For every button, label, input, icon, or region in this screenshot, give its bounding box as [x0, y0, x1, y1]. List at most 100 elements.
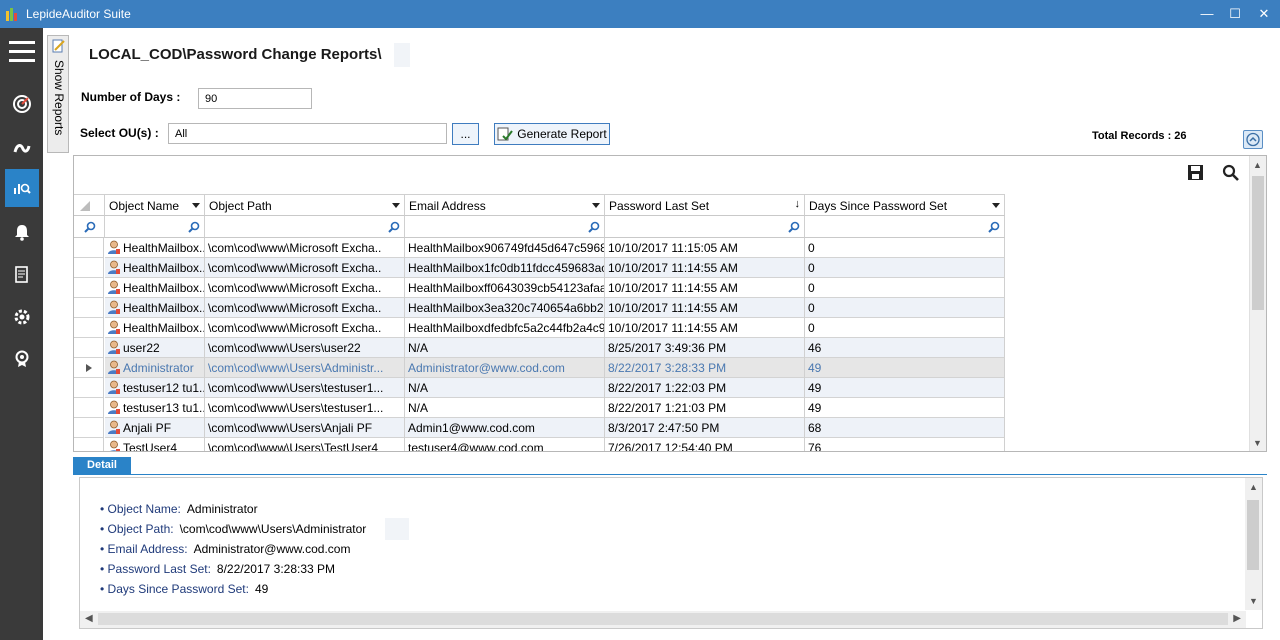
maximize-button[interactable]: ☐ [1221, 4, 1249, 24]
table-cell-email[interactable]: Administrator@www.cod.com [405, 358, 605, 378]
collapse-button[interactable] [1243, 130, 1263, 149]
table-cell-days-since[interactable]: 49 [805, 358, 1005, 378]
select-all-corner[interactable] [74, 194, 105, 216]
table-cell-email[interactable]: HealthMailbox906749fd45d647c5968f... [405, 238, 605, 258]
row-selector[interactable] [74, 258, 104, 278]
gear-icon[interactable] [5, 298, 39, 336]
table-cell-days-since[interactable]: 46 [805, 338, 1005, 358]
detail-tab[interactable]: Detail [73, 457, 131, 474]
col-header-object-name[interactable]: Object Name [105, 194, 205, 216]
table-cell-object-name[interactable]: TestUser4 [105, 438, 205, 451]
row-selector[interactable] [74, 338, 104, 358]
table-cell-password-last-set[interactable]: 10/10/2017 11:14:55 AM [605, 258, 805, 278]
col-header-email-address[interactable]: Email Address [405, 194, 605, 216]
table-cell-days-since[interactable]: 76 [805, 438, 1005, 451]
table-cell-object-name[interactable]: Anjali PF [105, 418, 205, 438]
table-cell-object-path[interactable]: \com\cod\www\Users\testuser1... [205, 398, 405, 418]
table-cell-password-last-set[interactable]: 8/22/2017 1:22:03 PM [605, 378, 805, 398]
table-cell-days-since[interactable]: 49 [805, 378, 1005, 398]
table-cell-password-last-set[interactable]: 10/10/2017 11:14:55 AM [605, 278, 805, 298]
row-selector[interactable] [74, 278, 104, 298]
scroll-down-icon[interactable]: ▼ [1253, 438, 1262, 448]
table-cell-object-name[interactable]: HealthMailbox... [105, 318, 205, 338]
table-cell-password-last-set[interactable]: 8/22/2017 1:21:03 PM [605, 398, 805, 418]
reports-icon[interactable] [5, 169, 39, 207]
badge-icon[interactable] [5, 340, 39, 378]
row-selector[interactable] [74, 358, 104, 378]
table-cell-object-name[interactable]: HealthMailbox... [105, 258, 205, 278]
table-cell-object-path[interactable]: \com\cod\www\Microsoft Excha.. [205, 258, 405, 278]
bell-icon[interactable] [5, 213, 39, 251]
search-icon[interactable] [1222, 164, 1240, 182]
table-cell-email[interactable]: testuser4@www.cod.com [405, 438, 605, 451]
scroll-thumb[interactable] [1247, 500, 1259, 570]
filter-cell[interactable] [74, 216, 105, 238]
table-cell-object-path[interactable]: \com\cod\www\Users\TestUser4 [205, 438, 405, 451]
table-cell-password-last-set[interactable]: 8/25/2017 3:49:36 PM [605, 338, 805, 358]
filter-object-path[interactable] [205, 216, 405, 238]
detail-vertical-scrollbar[interactable]: ▲ ▼ [1245, 478, 1262, 610]
menu-icon[interactable] [5, 32, 39, 70]
table-cell-object-name[interactable]: HealthMailbox... [105, 278, 205, 298]
days-input[interactable]: 90 [198, 88, 312, 109]
table-cell-email[interactable]: N/A [405, 338, 605, 358]
col-header-days-since[interactable]: Days Since Password Set [805, 194, 1005, 216]
detail-horizontal-scrollbar[interactable]: ◀ ▶ [80, 611, 1246, 628]
table-cell-days-since[interactable]: 0 [805, 258, 1005, 278]
table-cell-object-name[interactable]: user22 [105, 338, 205, 358]
table-cell-object-name[interactable]: testuser13 tu1... [105, 398, 205, 418]
table-cell-password-last-set[interactable]: 10/10/2017 11:14:55 AM [605, 298, 805, 318]
row-selector[interactable] [74, 238, 104, 258]
table-cell-days-since[interactable]: 0 [805, 278, 1005, 298]
browse-ou-button[interactable]: ... [452, 123, 479, 145]
scroll-up-icon[interactable]: ▲ [1253, 160, 1262, 170]
table-cell-object-path[interactable]: \com\cod\www\Microsoft Excha.. [205, 298, 405, 318]
table-cell-email[interactable]: N/A [405, 378, 605, 398]
table-cell-object-name[interactable]: HealthMailbox... [105, 298, 205, 318]
col-header-object-path[interactable]: Object Path [205, 194, 405, 216]
table-cell-password-last-set[interactable]: 7/26/2017 12:54:40 PM [605, 438, 805, 451]
filter-object-name[interactable] [105, 216, 205, 238]
scroll-left-icon[interactable]: ◀ [85, 613, 93, 624]
table-cell-days-since[interactable]: 68 [805, 418, 1005, 438]
scroll-thumb[interactable] [1252, 176, 1264, 310]
generate-report-button[interactable]: Generate Report [494, 123, 610, 145]
table-cell-object-path[interactable]: \com\cod\www\Users\user22 [205, 338, 405, 358]
table-cell-email[interactable]: N/A [405, 398, 605, 418]
filter-days-since[interactable] [805, 216, 1005, 238]
ou-input[interactable]: All [168, 123, 447, 144]
grid-vertical-scrollbar[interactable]: ▲ ▼ [1249, 156, 1266, 451]
table-cell-object-path[interactable]: \com\cod\www\Users\Administr... [205, 358, 405, 378]
table-cell-email[interactable]: Admin1@www.cod.com [405, 418, 605, 438]
table-cell-days-since[interactable]: 0 [805, 318, 1005, 338]
radar-icon[interactable] [5, 85, 39, 123]
close-button[interactable]: ✕ [1250, 4, 1278, 24]
show-reports-tab[interactable]: Show Reports [47, 35, 69, 153]
minimize-button[interactable]: — [1193, 4, 1221, 24]
scroll-down-icon[interactable]: ▼ [1249, 596, 1258, 606]
table-cell-object-path[interactable]: \com\cod\www\Users\Anjali PF [205, 418, 405, 438]
row-selector[interactable] [74, 298, 104, 318]
table-cell-object-path[interactable]: \com\cod\www\Microsoft Excha.. [205, 238, 405, 258]
table-cell-object-path[interactable]: \com\cod\www\Microsoft Excha.. [205, 278, 405, 298]
table-cell-object-path[interactable]: \com\cod\www\Microsoft Excha.. [205, 318, 405, 338]
table-cell-email[interactable]: HealthMailboxff0643039cb54123afaa0... [405, 278, 605, 298]
scroll-thumb[interactable] [98, 613, 1228, 625]
document-icon[interactable] [5, 256, 39, 294]
scroll-up-icon[interactable]: ▲ [1249, 482, 1258, 492]
table-cell-object-name[interactable]: HealthMailbox... [105, 238, 205, 258]
table-cell-password-last-set[interactable]: 8/22/2017 3:28:33 PM [605, 358, 805, 378]
table-cell-days-since[interactable]: 0 [805, 238, 1005, 258]
col-header-password-last-set[interactable]: Password Last Set ↓ [605, 194, 805, 216]
table-cell-email[interactable]: HealthMailbox1fc0db11fdcc459683ac... [405, 258, 605, 278]
table-cell-password-last-set[interactable]: 10/10/2017 11:14:55 AM [605, 318, 805, 338]
table-cell-days-since[interactable]: 49 [805, 398, 1005, 418]
table-cell-object-name[interactable]: testuser12 tu1... [105, 378, 205, 398]
row-selector[interactable] [74, 378, 104, 398]
scroll-right-icon[interactable]: ▶ [1233, 613, 1241, 624]
save-icon[interactable] [1187, 164, 1205, 182]
table-cell-object-path[interactable]: \com\cod\www\Users\testuser1... [205, 378, 405, 398]
filter-email[interactable] [405, 216, 605, 238]
table-cell-object-name[interactable]: Administrator [105, 358, 205, 378]
row-selector[interactable] [74, 418, 104, 438]
